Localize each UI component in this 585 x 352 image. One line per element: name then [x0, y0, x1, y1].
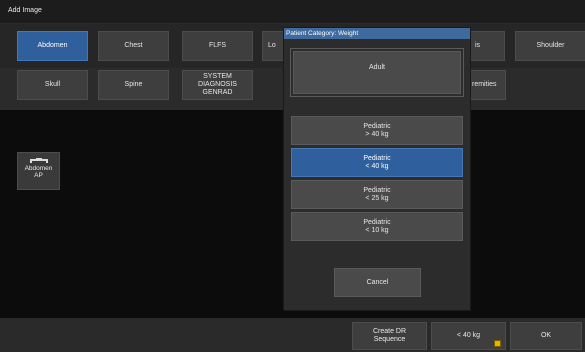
title-bar: Add Image [0, 0, 585, 24]
table-icon [29, 158, 48, 163]
window-title: Add Image [8, 7, 42, 14]
category-shoulder-button[interactable]: Shoulder [515, 31, 585, 61]
view-label: Abdomen AP [24, 165, 53, 179]
category-abdomen-button[interactable]: Abdomen [17, 31, 88, 61]
pediatric-over-40kg-button[interactable]: Pediatric > 40 kg [291, 116, 463, 145]
category-skull-button[interactable]: Skull [17, 70, 88, 100]
adult-button[interactable]: Adult [293, 51, 461, 94]
patient-category-dialog: Patient Category: Weight Adult Pediatric… [283, 27, 471, 311]
create-dr-sequence-button[interactable]: Create DR Sequence [352, 322, 427, 350]
pediatric-under-25kg-button[interactable]: Pediatric < 25 kg [291, 180, 463, 209]
pediatric-under-10kg-button[interactable]: Pediatric < 10 kg [291, 212, 463, 241]
category-chest-button[interactable]: Chest [98, 31, 169, 61]
cancel-button[interactable]: Cancel [334, 268, 421, 297]
pediatric-under-40kg-button[interactable]: Pediatric < 40 kg [291, 148, 463, 177]
weight-category-button[interactable]: < 40 kg [431, 322, 506, 350]
dialog-title: Patient Category: Weight [284, 28, 470, 39]
category-pelvis-button[interactable]: is [470, 31, 505, 61]
category-extremities-button[interactable]: remities [470, 70, 506, 100]
add-image-screen: Add Image Abdomen Chest FLFS Lo is Shoul… [0, 0, 585, 352]
category-system-diagnosis-button[interactable]: SYSTEM DIAGNOSIS GENRAD [182, 70, 253, 100]
warning-icon [494, 340, 501, 347]
ok-button[interactable]: OK [510, 322, 582, 350]
weight-label: < 40 kg [456, 332, 481, 339]
category-spine-button[interactable]: Spine [98, 70, 169, 100]
view-abdomen-ap[interactable]: Abdomen AP [17, 152, 60, 190]
category-flfs-button[interactable]: FLFS [182, 31, 253, 61]
